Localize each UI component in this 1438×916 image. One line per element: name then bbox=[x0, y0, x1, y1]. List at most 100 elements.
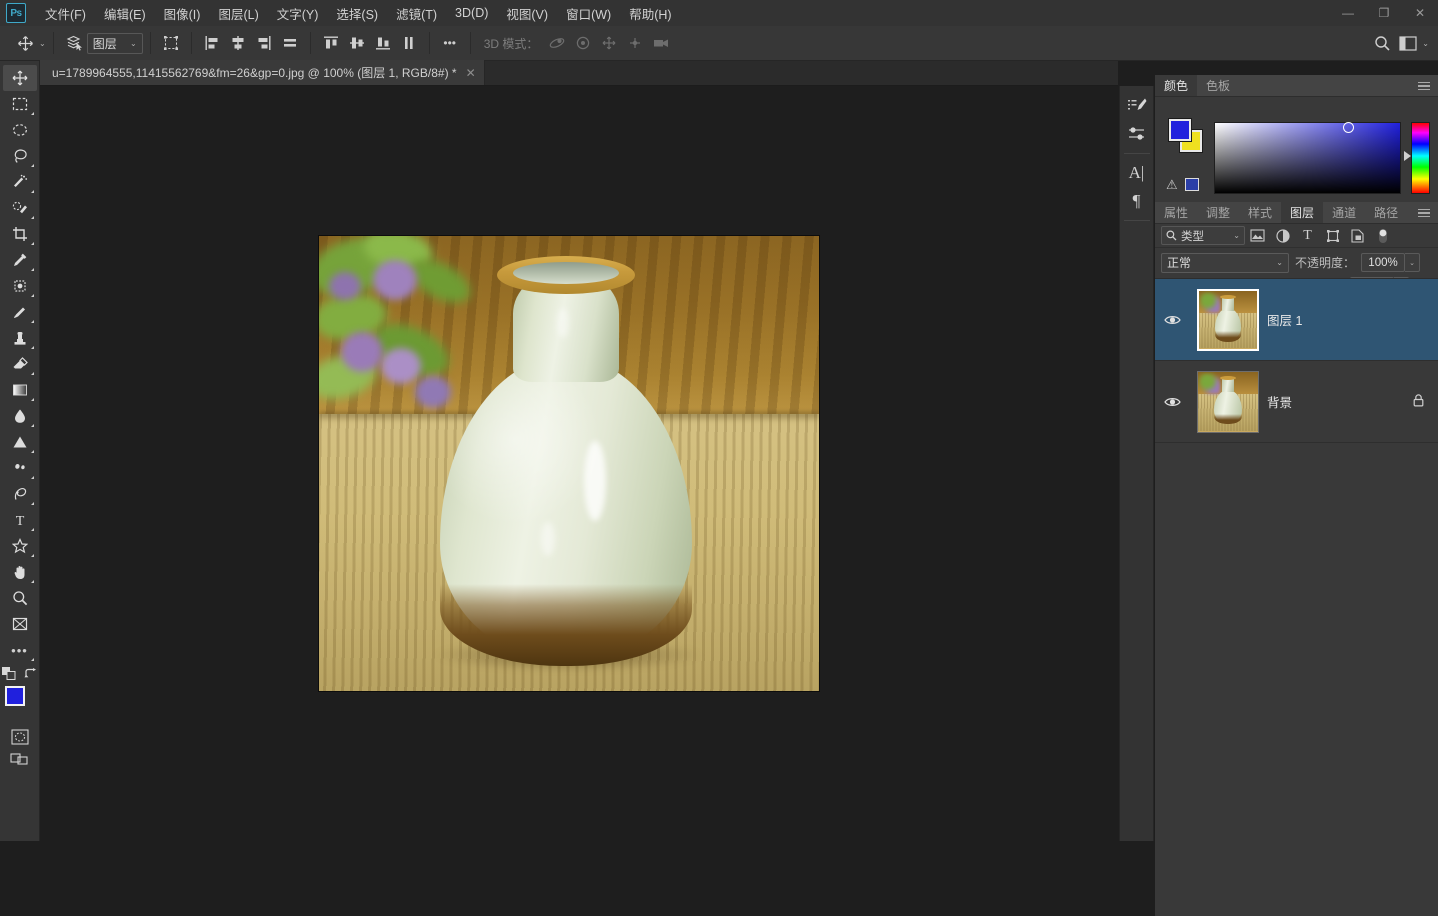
align-horizontal-centers-icon[interactable] bbox=[225, 31, 251, 55]
foreground-color-swatch[interactable] bbox=[5, 686, 25, 706]
layer-visibility-toggle-icon[interactable] bbox=[1155, 314, 1189, 326]
panel-menu-icon[interactable] bbox=[1418, 206, 1432, 220]
align-bottom-edges-icon[interactable] bbox=[370, 31, 396, 55]
distribute-vertical-icon[interactable] bbox=[396, 31, 422, 55]
show-transform-controls-icon[interactable] bbox=[158, 31, 184, 55]
roll-3d-icon[interactable] bbox=[570, 31, 596, 55]
workspace-chevron-down-icon[interactable]: ⌄ bbox=[1422, 39, 1429, 48]
layer-thumbnail-wrap[interactable] bbox=[1189, 371, 1267, 433]
blur-tool[interactable] bbox=[3, 403, 37, 429]
slide-3d-icon[interactable] bbox=[622, 31, 648, 55]
burn-tool[interactable] bbox=[3, 455, 37, 481]
frame-tool[interactable] bbox=[3, 611, 37, 637]
web-safe-color-swatch[interactable] bbox=[1185, 178, 1199, 191]
elliptical-marquee-tool[interactable] bbox=[3, 117, 37, 143]
eyedropper-tool[interactable] bbox=[3, 247, 37, 273]
menu-file[interactable]: 文件(F) bbox=[36, 0, 95, 27]
gradient-tool[interactable] bbox=[3, 377, 37, 403]
character-panel-icon[interactable]: A| bbox=[1122, 159, 1152, 187]
camera-3d-icon[interactable] bbox=[648, 31, 674, 55]
move-tool-icon[interactable] bbox=[12, 31, 38, 55]
color-panel-foreground-swatch[interactable] bbox=[1169, 119, 1191, 141]
layer-visibility-toggle-icon[interactable] bbox=[1155, 396, 1189, 408]
zoom-tool[interactable] bbox=[3, 585, 37, 611]
crop-tool[interactable] bbox=[3, 221, 37, 247]
hand-tool[interactable] bbox=[3, 559, 37, 585]
auto-select-scope-dropdown[interactable]: 图层 ⌄ bbox=[87, 33, 143, 54]
menu-3d[interactable]: 3D(D) bbox=[446, 2, 497, 24]
menu-select[interactable]: 选择(S) bbox=[327, 0, 387, 27]
document-tab[interactable]: u=1789964555,11415562769&fm=26&gp=0.jpg … bbox=[40, 60, 485, 85]
horizontal-type-tool[interactable]: T bbox=[3, 507, 37, 533]
opacity-chevron-down-icon[interactable]: ⌄ bbox=[1405, 253, 1420, 272]
layer-thumbnail-wrap[interactable] bbox=[1189, 289, 1267, 351]
tab-channels[interactable]: 通道 bbox=[1323, 202, 1365, 223]
restore-button[interactable]: ❐ bbox=[1366, 0, 1402, 26]
screen-mode-button[interactable] bbox=[3, 750, 37, 766]
align-top-edges-icon[interactable] bbox=[318, 31, 344, 55]
canvas-area[interactable] bbox=[40, 86, 1118, 841]
tab-color[interactable]: 颜色 bbox=[1155, 75, 1197, 96]
layer-thumbnail[interactable] bbox=[1197, 289, 1259, 351]
opacity-value[interactable]: 100% bbox=[1361, 253, 1405, 272]
dodge-tool[interactable] bbox=[3, 429, 37, 455]
filter-toggle-icon[interactable] bbox=[1370, 226, 1395, 246]
brush-settings-icon[interactable] bbox=[1122, 120, 1152, 148]
filter-pixel-layers-icon[interactable] bbox=[1245, 226, 1270, 246]
align-right-edges-icon[interactable] bbox=[251, 31, 277, 55]
paragraph-panel-icon[interactable]: ¶ bbox=[1122, 187, 1152, 215]
distribute-horizontal-icon[interactable] bbox=[277, 31, 303, 55]
align-left-edges-icon[interactable] bbox=[199, 31, 225, 55]
menu-window[interactable]: 窗口(W) bbox=[557, 0, 620, 27]
custom-shape-tool[interactable] bbox=[3, 533, 37, 559]
edit-toolbar-button[interactable]: ••• bbox=[3, 637, 37, 663]
hue-slider[interactable] bbox=[1411, 122, 1430, 194]
artboard[interactable] bbox=[319, 236, 819, 691]
magic-wand-tool[interactable] bbox=[3, 169, 37, 195]
align-vertical-centers-icon[interactable] bbox=[344, 31, 370, 55]
lasso-tool[interactable] bbox=[3, 143, 37, 169]
panel-menu-icon[interactable] bbox=[1418, 79, 1432, 93]
tab-properties[interactable]: 属性 bbox=[1155, 202, 1197, 223]
menu-type[interactable]: 文字(Y) bbox=[268, 0, 328, 27]
workspace-switcher-icon[interactable] bbox=[1395, 31, 1421, 55]
blend-mode-dropdown[interactable]: 正常 ⌄ bbox=[1161, 253, 1289, 273]
filter-shape-layers-icon[interactable] bbox=[1320, 226, 1345, 246]
menu-filter[interactable]: 滤镜(T) bbox=[387, 0, 446, 27]
menu-view[interactable]: 视图(V) bbox=[497, 0, 557, 27]
layer-name[interactable]: 图层 1 bbox=[1267, 310, 1438, 329]
search-icon[interactable] bbox=[1369, 31, 1395, 55]
close-icon[interactable]: ✕ bbox=[466, 66, 476, 80]
default-colors-icon[interactable] bbox=[2, 667, 16, 683]
tool-preset-chevron-down-icon[interactable]: ⌄ bbox=[39, 39, 46, 48]
layer-thumbnail[interactable] bbox=[1197, 371, 1259, 433]
more-options-icon[interactable]: ••• bbox=[437, 31, 463, 55]
filter-adjustment-layers-icon[interactable] bbox=[1270, 226, 1295, 246]
tab-styles[interactable]: 样式 bbox=[1239, 202, 1281, 223]
table-row[interactable]: 图层 1 bbox=[1155, 279, 1438, 361]
move-tool[interactable] bbox=[3, 65, 37, 91]
filter-type-layers-icon[interactable]: T bbox=[1295, 226, 1320, 246]
eraser-tool[interactable] bbox=[3, 351, 37, 377]
clone-stamp-tool[interactable] bbox=[3, 325, 37, 351]
foreground-background-color-swatch[interactable] bbox=[3, 686, 37, 720]
out-of-gamut-warning-icon[interactable]: ⚠ bbox=[1166, 177, 1180, 191]
orbit-3d-icon[interactable] bbox=[544, 31, 570, 55]
brush-presets-icon[interactable] bbox=[1122, 92, 1152, 120]
spot-healing-brush-tool[interactable] bbox=[3, 273, 37, 299]
pen-tool[interactable] bbox=[3, 481, 37, 507]
menu-help[interactable]: 帮助(H) bbox=[620, 0, 680, 27]
menu-layer[interactable]: 图层(L) bbox=[209, 0, 267, 27]
filter-smart-objects-icon[interactable] bbox=[1345, 226, 1370, 246]
close-button[interactable]: ✕ bbox=[1402, 0, 1438, 26]
table-row[interactable]: 背景 bbox=[1155, 361, 1438, 443]
tab-layers[interactable]: 图层 bbox=[1281, 202, 1323, 223]
tab-paths[interactable]: 路径 bbox=[1365, 202, 1407, 223]
auto-select-layers-icon[interactable] bbox=[61, 31, 87, 55]
menu-image[interactable]: 图像(I) bbox=[155, 0, 210, 27]
tab-adjustments[interactable]: 调整 bbox=[1197, 202, 1239, 223]
menu-edit[interactable]: 编辑(E) bbox=[95, 0, 155, 27]
minimize-button[interactable]: — bbox=[1330, 0, 1366, 26]
quick-selection-tool[interactable] bbox=[3, 195, 37, 221]
quick-mask-mode-button[interactable] bbox=[3, 728, 37, 746]
